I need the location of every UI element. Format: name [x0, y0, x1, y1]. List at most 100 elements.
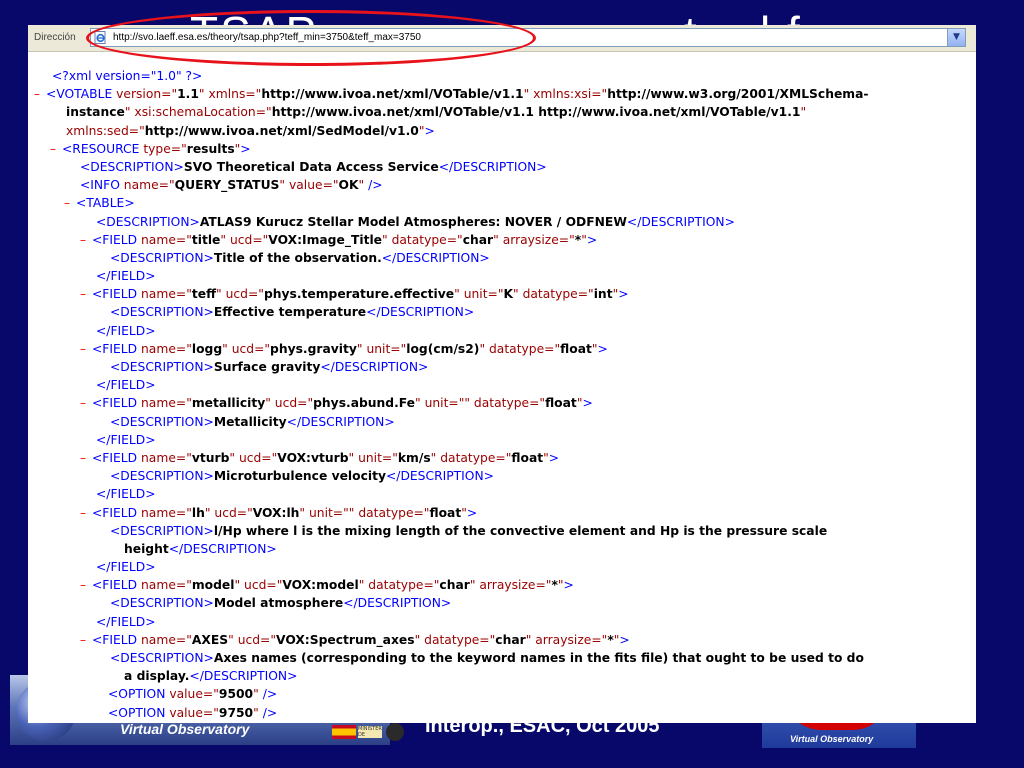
xml-token: </DESCRIPTION>: [626, 214, 735, 229]
xml-token: K: [503, 287, 514, 302]
xml-token: </FIELD>: [96, 614, 156, 629]
xml-document: <?xml version="1.0" ?> – <VOTABLE version=…: [28, 67, 976, 723]
xml-token: " ucd=": [220, 232, 269, 247]
xml-line: a display.</DESCRIPTION>: [28, 667, 976, 685]
xml-token: type=": [143, 141, 187, 156]
xml-line: – <FIELD name="AXES" ucd="VOX:Spectrum_ax…: [28, 631, 976, 649]
xml-token: name=": [141, 341, 192, 356]
xml-token: " unit="" datatype=": [299, 505, 430, 520]
xml-token: >: [466, 505, 478, 520]
xml-line: </FIELD>: [28, 558, 976, 576]
browser-window: Dirección http://svo.laeff.esa.es/theory…: [28, 25, 976, 723]
collapse-toggle[interactable]: –: [80, 576, 92, 594]
xml-token: />: [258, 687, 278, 702]
xml-line: </FIELD>: [28, 322, 976, 340]
xml-line: </FIELD>: [28, 267, 976, 285]
xml-line: <DESCRIPTION>Metallicity</DESCRIPTION>: [28, 413, 976, 431]
xml-token: <DESCRIPTION>: [110, 651, 214, 665]
xml-token: 9500: [218, 687, 254, 702]
xml-token: " datatype=": [358, 578, 440, 593]
xml-token: " xsi:schemaLocation=": [124, 105, 272, 120]
xml-token: >: [424, 123, 435, 138]
xml-token: name=": [141, 505, 192, 520]
xml-token: VOX:model: [282, 578, 359, 593]
xml-token: VOX:vturb: [277, 450, 349, 465]
xml-token: km/s: [397, 450, 431, 465]
xml-token: >: [563, 578, 574, 593]
xml-token: <DESCRIPTION>: [110, 360, 214, 374]
xml-token: Microturbulence velocity: [213, 469, 386, 484]
xml-token: char: [462, 232, 494, 247]
xml-line: – <FIELD name="model" ucd="VOX:model" dat…: [28, 576, 976, 594]
xml-token: <DESCRIPTION>: [80, 159, 184, 174]
collapse-toggle[interactable]: –: [80, 394, 92, 412]
xml-token: phys.temperature.effective: [263, 287, 455, 302]
xml-token: ": [800, 105, 807, 120]
xml-token: " ucd=": [216, 287, 264, 302]
xml-token: >: [240, 141, 251, 156]
xml-token: Effective temperature: [213, 305, 367, 320]
footer-right-caption: Virtual Observatory: [790, 734, 874, 744]
xml-token: <TABLE>: [76, 196, 135, 211]
address-url: http://svo.laeff.esa.es/theory/tsap.php?…: [113, 32, 421, 43]
collapse-toggle[interactable]: –: [80, 504, 92, 522]
xml-line: – <FIELD name="lh" ucd="VOX:lh" unit="" d…: [28, 504, 976, 522]
xml-token: http://www.ivoa.net/xml/VOTable/v1.1: [261, 87, 524, 102]
collapse-toggle[interactable]: –: [50, 140, 62, 158]
xml-token: " xmlns:xsi=": [523, 87, 608, 102]
collapse-toggle[interactable]: –: [80, 285, 92, 303]
xml-token: >: [582, 396, 593, 411]
xml-token: </DESCRIPTION>: [381, 250, 490, 265]
collapse-toggle[interactable]: –: [80, 631, 92, 649]
xml-token: float: [560, 341, 592, 356]
xml-token: " arraysize=": [469, 578, 552, 593]
collapse-toggle[interactable]: –: [80, 231, 92, 249]
xml-token: <OPTION: [108, 687, 170, 702]
xml-token: VOX:Image_Title: [268, 232, 383, 247]
xml-token: <: [46, 87, 57, 102]
xml-token: >: [548, 450, 560, 465]
collapse-toggle[interactable]: –: [80, 449, 92, 467]
xml-token: VOTABLE: [56, 87, 117, 102]
xml-token: </DESCRIPTION>: [286, 414, 395, 429]
address-input[interactable]: http://svo.laeff.esa.es/theory/tsap.php?…: [90, 28, 966, 47]
xml-line: – <FIELD name="metallicity" ucd="phys.abu…: [28, 394, 976, 412]
collapse-toggle[interactable]: –: [34, 85, 46, 103]
ie-page-icon: [94, 31, 106, 44]
inta-logo: [386, 723, 404, 741]
xml-token: char: [495, 632, 526, 647]
xml-line: – <FIELD name="teff" ucd="phys.temperatur…: [28, 285, 976, 303]
xml-token: lh: [191, 505, 205, 520]
xml-token: <DESCRIPTION>: [110, 414, 214, 429]
address-label: Dirección: [34, 32, 76, 43]
xml-token: version=": [116, 87, 178, 102]
xml-token: logg: [191, 341, 223, 356]
xml-line: – <FIELD name="vturb" ucd="VOX:vturb" uni…: [28, 449, 976, 467]
xml-token: <?xml version="1.0" ?>: [52, 69, 203, 83]
xml-token: SVO Theoretical Data Access Service: [183, 159, 439, 174]
xml-token: " datatype=": [414, 632, 496, 647]
xml-token: phys.abund.Fe: [313, 396, 416, 411]
chevron-down-icon[interactable]: ▼: [947, 29, 965, 46]
xml-line: <DESCRIPTION>Surface gravity</DESCRIPTIO…: [28, 358, 976, 376]
xml-token: " arraysize=": [493, 232, 575, 247]
xml-token: model: [191, 578, 235, 593]
xml-token: l/Hp where l is the mixing length of the…: [213, 523, 828, 538]
collapse-toggle[interactable]: –: [64, 194, 76, 212]
xml-token: />: [364, 178, 383, 193]
xml-token: ATLAS9 Kurucz Stellar Model Atmospheres:…: [199, 214, 627, 229]
xml-token: name=": [141, 232, 192, 247]
xml-token: name=": [141, 396, 192, 411]
xml-token: " ucd=": [228, 632, 277, 647]
xml-token: <DESCRIPTION>: [96, 214, 200, 229]
xml-token: Model atmosphere: [213, 596, 344, 611]
xml-token: >: [586, 232, 598, 247]
xml-token: float: [545, 396, 577, 411]
xml-token: <DESCRIPTION>: [110, 250, 214, 265]
xml-token: " ucd=": [234, 578, 283, 593]
xml-line: instance" xsi:schemaLocation="http://www…: [28, 103, 976, 121]
collapse-toggle[interactable]: –: [80, 340, 92, 358]
xml-token: " ucd=": [229, 450, 278, 465]
xml-token: VOX:Spectrum_axes: [276, 632, 415, 647]
xml-token: " unit=": [454, 287, 504, 302]
